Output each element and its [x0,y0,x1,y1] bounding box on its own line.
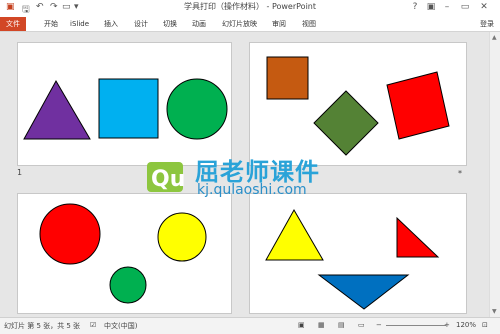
close-button[interactable]: ✕ [477,1,491,14]
square-shape [98,78,159,139]
tab-view[interactable]: 视图 [302,18,316,30]
slide-thumbnail-3[interactable] [17,193,232,314]
slide-thumbnail-4[interactable] [249,193,467,314]
triangle-shape [265,208,324,261]
watermark: Qu 屈老师课件 kj.qulaoshi.com [145,152,365,202]
minimize-button[interactable]: – [440,1,454,14]
circle-shape [109,266,147,304]
slide-4-shapes [265,208,440,310]
spellcheck-icon[interactable]: ☑ [90,321,96,329]
help-button[interactable]: ? [408,1,422,14]
restore-button[interactable]: ▭ [458,1,472,14]
rotated-square-shape [386,71,450,140]
slide-thumbnail-2[interactable] [249,42,467,166]
square-shape [266,56,309,100]
tab-slideshow[interactable]: 幻灯片放映 [222,18,257,30]
language-indicator[interactable]: 中文(中国) [104,321,137,331]
tab-transitions[interactable]: 切换 [163,18,177,30]
zoom-in-icon[interactable]: + [444,321,450,329]
triangle-shape [23,79,91,140]
zoom-out-icon[interactable]: − [376,321,382,329]
title-bar: ▣ 🖫 ↶ ↷ ▭ ▾ 学具打印（操作材料） - PowerPoint ? ▣ … [0,0,500,17]
zoom-level[interactable]: 120% [456,321,476,329]
tab-review[interactable]: 审阅 [272,18,286,30]
fit-to-window-icon[interactable]: ⊡ [482,321,488,329]
watermark-logo-icon: Qu [147,162,185,192]
slide-thumbnail-1[interactable] [17,42,232,166]
slide-marker: * [458,169,462,178]
tab-home[interactable]: 开始 [44,18,58,30]
slide-sorter-icon[interactable]: ▦ [318,321,325,329]
tab-design[interactable]: 设计 [134,18,148,30]
login-link[interactable]: 登录 [480,18,494,30]
ribbon-tabs: 开始 iSlide 插入 设计 切换 动画 幻灯片放映 审阅 视图 登录 [0,17,500,32]
vertical-scrollbar[interactable]: ▲ ▼ [489,32,500,317]
tab-file[interactable]: 文件 [0,17,26,31]
slide-3-shapes [39,203,207,304]
tab-insert[interactable]: 插入 [104,18,118,30]
scroll-up-icon[interactable]: ▲ [492,34,497,41]
right-triangle-shape [396,216,440,258]
circle-shape [157,212,207,262]
reading-view-icon[interactable]: ▤ [338,321,345,329]
inverted-triangle-shape [317,274,410,310]
status-bar: 幻灯片 第 5 张，共 5 张 ☑ 中文(中国) ▣ ▦ ▤ ▭ − + 120… [0,317,500,334]
tab-islide[interactable]: iSlide [70,18,89,30]
normal-view-icon[interactable]: ▣ [298,321,305,329]
diamond-shape [313,90,379,156]
circle-shape [166,78,228,140]
slide-1-shapes [23,78,228,140]
scroll-down-icon[interactable]: ▼ [492,308,497,315]
zoom-slider[interactable] [386,325,446,326]
svg-text:Qu: Qu [151,167,185,192]
circle-shape [39,203,101,265]
slide-info: 幻灯片 第 5 张，共 5 张 [4,322,81,330]
slide-number-1: 1 [17,168,23,177]
tab-animations[interactable]: 动画 [192,18,206,30]
slideshow-view-icon[interactable]: ▭ [358,321,365,329]
slide-2-shapes [266,56,450,156]
ribbon-display-icon[interactable]: ▣ [424,1,438,14]
watermark-url: kj.qulaoshi.com [197,182,307,198]
